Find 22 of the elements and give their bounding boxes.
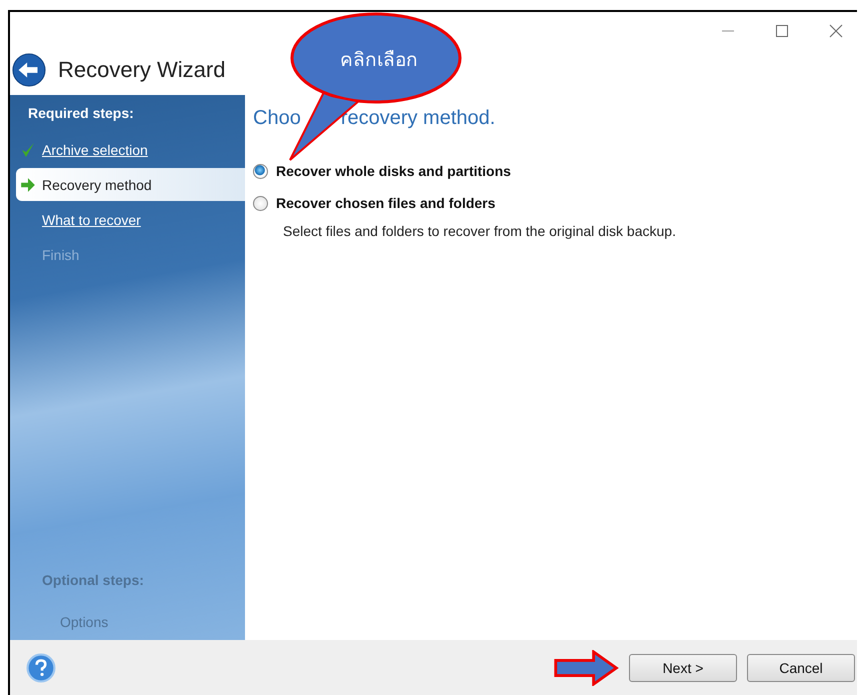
wizard-button[interactable]: Cancel <box>747 654 855 682</box>
radio-option[interactable]: Recover whole disks and partitions <box>253 163 857 179</box>
sidebar-heading: Optional steps: <box>41 572 145 590</box>
option-description: Select files and folders to recover from the original disk backup. <box>282 223 677 239</box>
close-icon[interactable] <box>829 24 843 38</box>
sidebar-heading: Required steps: <box>27 105 135 123</box>
maximize-icon[interactable] <box>775 24 789 38</box>
page-heading: recovery method. <box>340 107 496 130</box>
sidebar-step[interactable]: What to recover <box>16 203 245 236</box>
radio-button[interactable] <box>253 196 268 210</box>
radio-option[interactable]: Recover chosen files and folders <box>253 195 857 211</box>
wizard-button[interactable]: Next > <box>629 654 737 682</box>
pointer-arrow <box>553 650 619 686</box>
checkmark-icon <box>20 142 36 158</box>
sidebar-step[interactable]: Recovery method <box>16 168 245 201</box>
callout-text: คลิกเลือก <box>340 49 418 73</box>
radio-button[interactable] <box>253 164 268 178</box>
arrow-right-icon <box>20 176 36 192</box>
sidebar-step[interactable]: Archive selection <box>16 133 245 166</box>
help-icon[interactable] <box>26 652 56 682</box>
page-heading: Choo <box>253 107 301 130</box>
window-title: Recovery Wizard <box>58 57 226 83</box>
